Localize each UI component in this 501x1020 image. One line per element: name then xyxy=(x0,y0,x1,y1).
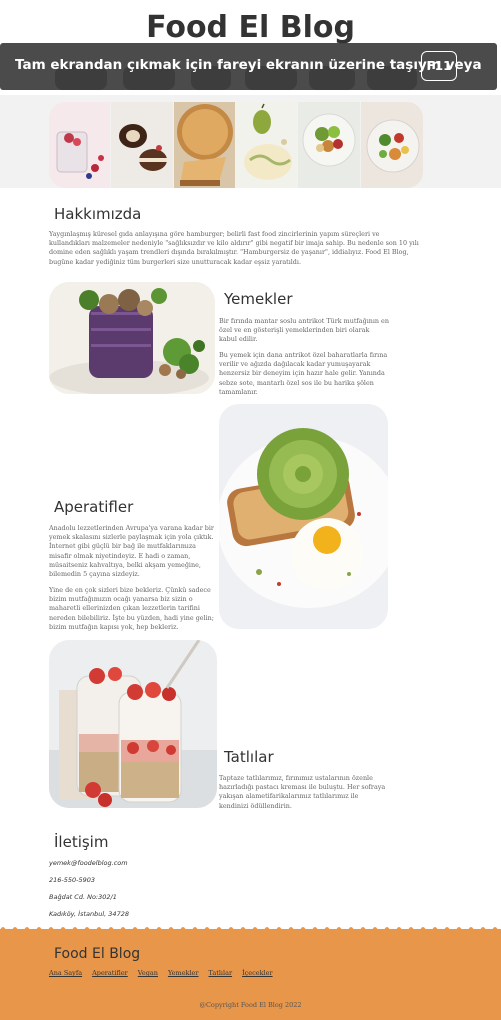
contact-phone[interactable]: 216-550-5903 xyxy=(49,876,95,884)
f11-key-badge: F11 xyxy=(421,51,457,81)
contact-email[interactable]: yemek@foodelblog.com xyxy=(49,859,128,867)
chocolate-roll-photo[interactable] xyxy=(111,102,173,188)
pie-slice-photo[interactable] xyxy=(173,102,235,188)
pear-plate-photo[interactable] xyxy=(235,102,298,188)
footer-title: Food El Blog xyxy=(54,946,141,962)
salad-bowl-photo[interactable] xyxy=(298,102,360,188)
site-footer: Food El Blog Ana Sayfa Aperatifler Vegan… xyxy=(0,929,501,1020)
footer-link-vegan[interactable]: Vegan xyxy=(138,969,158,977)
contact-address: Bağdat Cd. No:302/1 xyxy=(49,893,117,901)
fullscreen-exit-banner: Tam ekrandan çıkmak için fareyi ekranın … xyxy=(0,43,497,90)
desserts-text: Taptaze tatlılarımız, fırınımız ustaları… xyxy=(219,774,386,810)
appetizer-photo xyxy=(219,404,388,629)
meals-text-2: Bu yemek için dana antrikot özel baharat… xyxy=(219,351,388,396)
footer-link-desserts[interactable]: Tatlılar xyxy=(209,969,233,977)
dessert-photo xyxy=(49,640,217,808)
about-heading: Hakkımızda xyxy=(54,205,142,223)
appetizers-text-1: Anadolu lezzetlerinden Avrupa'ya varana … xyxy=(49,524,214,579)
footer-link-appetizers[interactable]: Aperatifler xyxy=(92,969,128,977)
meal-photo xyxy=(49,282,215,394)
desserts-heading: Tatlılar xyxy=(224,748,274,766)
appetizers-heading: Aperatifler xyxy=(54,498,134,516)
image-gallery xyxy=(49,102,423,188)
about-text: Yaygınlaşmış küresel gıda anlayışına gör… xyxy=(49,230,419,266)
appetizers-text-2: Yine de en çok sizleri bize bekleriz. Çü… xyxy=(49,586,214,631)
meals-text-1: Bir fırında mantar soslu antrikot Türk m… xyxy=(219,317,389,344)
copyright: @Copyright Food El Blog 2022 xyxy=(199,1001,302,1009)
site-title: Food El Blog xyxy=(146,10,355,45)
footer-nav: Ana Sayfa Aperatifler Vegan Yemekler Tat… xyxy=(49,969,273,977)
footer-link-meals[interactable]: Yemekler xyxy=(168,969,199,977)
vegetable-dish-photo[interactable] xyxy=(360,102,423,188)
meals-heading: Yemekler xyxy=(224,290,293,308)
footer-link-drinks[interactable]: İçecekler xyxy=(242,969,273,977)
contact-heading: İletişim xyxy=(54,833,109,851)
fullscreen-message: Tam ekrandan çıkmak için fareyi ekranın … xyxy=(15,57,482,73)
berry-jar-photo[interactable] xyxy=(49,102,111,188)
contact-city: Kadıköy, İstanbul, 34728 xyxy=(49,910,129,918)
footer-link-home[interactable]: Ana Sayfa xyxy=(49,969,82,977)
